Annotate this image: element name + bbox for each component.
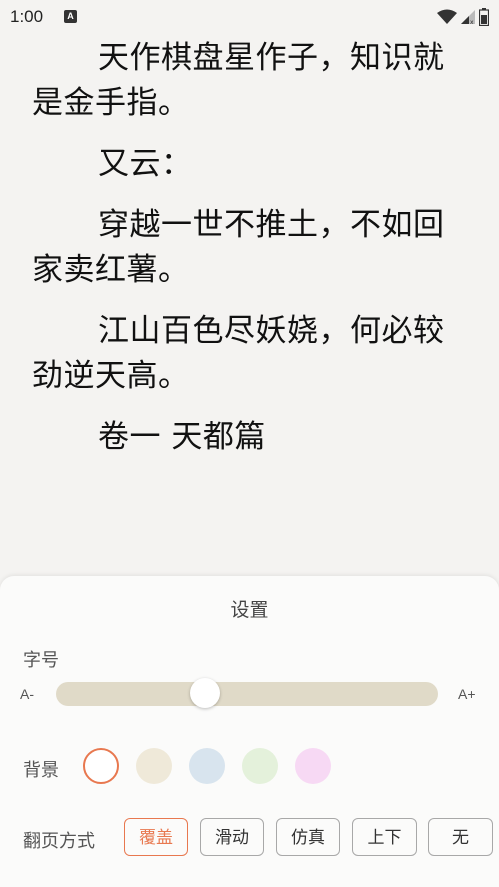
battery-icon [479,8,489,26]
font-increase-button[interactable]: A+ [458,686,476,702]
settings-title: 设置 [230,599,269,621]
page-turn-option[interactable]: 覆盖 [124,818,188,856]
page-turn-option[interactable]: 无 [428,818,493,856]
background-swatch-beige[interactable] [136,748,172,784]
page-turn-label: 翻页方式 [23,831,95,852]
wifi-icon [437,9,457,24]
page-turn-option[interactable]: 上下 [352,818,417,856]
background-swatch-blue[interactable] [189,748,225,784]
reader-paragraph: 江山百色尽妖娆，何必较劲逆天高。 [32,313,445,394]
reader-content: 天作棋盘星作子，知识就是金手指。 又云： 穿越一世不推土，不如回家卖红薯。 江山… [32,36,472,476]
reader-paragraph: 天作棋盘星作子，知识就是金手指。 [32,40,445,121]
background-swatch-green[interactable] [242,748,278,784]
signal-icon: x [461,10,475,25]
status-time: 1:00 [10,7,44,26]
background-label: 背景 [23,760,59,781]
background-swatch-pink[interactable] [295,748,331,784]
svg-text:x: x [470,19,474,25]
font-decrease-button[interactable]: A- [20,686,34,702]
chapter-heading: 卷一 天都篇 [98,419,266,455]
a-icon: A [64,10,77,23]
font-size-label: 字号 [23,650,59,671]
status-icons: x [437,8,489,26]
status-bar: 1:00 A x [0,0,499,34]
background-swatch-white[interactable] [83,748,119,784]
reader-paragraph: 又云： [98,146,193,182]
reader-paragraph: 穿越一世不推土，不如回家卖红薯。 [32,207,445,288]
page-turn-option[interactable]: 滑动 [200,818,264,856]
font-size-slider-thumb[interactable] [189,678,220,708]
page-turn-option[interactable]: 仿真 [276,818,340,856]
settings-panel: 设置 字号 A- A+ 背景 翻页方式 覆盖 滑动 仿真 上下无 [0,576,499,887]
font-size-slider[interactable] [56,678,438,708]
